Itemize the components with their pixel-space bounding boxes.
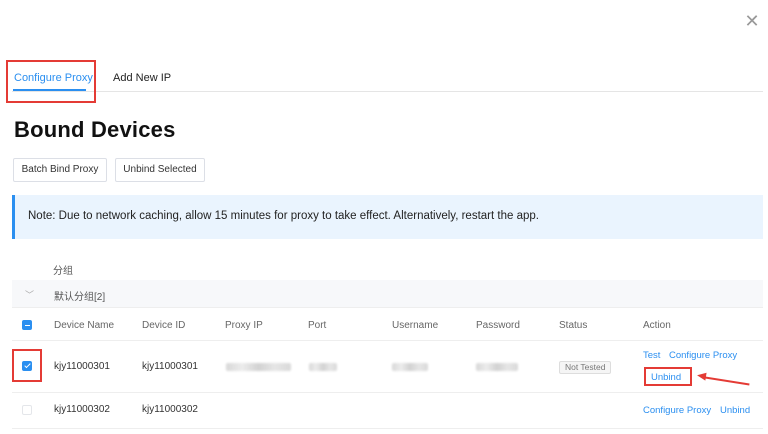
port-redacted (309, 363, 337, 371)
configure-proxy-link[interactable]: Configure Proxy (669, 350, 737, 361)
unbind-selected-button[interactable]: Unbind Selected (115, 158, 205, 182)
device-name-cell: kjy11000302 (54, 404, 110, 415)
row-divider (12, 392, 763, 393)
column-header-username: Username (392, 320, 439, 331)
group-label: 默认分组[2] (54, 292, 106, 303)
group-column-header: 分组 (53, 266, 73, 277)
annotation-highlight-unbind (644, 367, 692, 386)
column-header-password: Password (476, 320, 520, 331)
column-header-device-name: Device Name (54, 320, 115, 331)
close-icon[interactable]: ✕ (743, 12, 761, 30)
password-redacted (476, 363, 518, 371)
username-redacted (392, 363, 428, 371)
column-header-status: Status (559, 320, 588, 331)
configure-proxy-link[interactable]: Configure Proxy (643, 405, 711, 416)
header-divider (12, 340, 763, 341)
annotation-arrow (701, 376, 750, 385)
device-id-cell: kjy11000302 (142, 404, 198, 415)
device-id-cell: kjy11000301 (142, 361, 198, 372)
column-header-proxy-ip: Proxy IP (225, 320, 263, 331)
column-header-port: Port (308, 320, 327, 331)
test-link[interactable]: Test (643, 350, 660, 361)
proxy-ip-redacted (226, 363, 291, 371)
annotation-highlight-tab (6, 60, 96, 103)
chevron-down-icon[interactable]: ﹀ (25, 288, 34, 301)
notice-banner: Note: Due to network caching, allow 15 m… (12, 195, 763, 239)
device-name-cell: kjy11000301 (54, 361, 110, 372)
status-badge: Not Tested (559, 361, 612, 374)
page-title: Bound Devices (14, 117, 176, 142)
column-header-device-id: Device ID (142, 320, 186, 331)
tabs-divider (12, 91, 763, 92)
batch-bind-proxy-button[interactable]: Batch Bind Proxy (13, 158, 107, 182)
row-checkbox[interactable] (22, 405, 32, 415)
select-all-checkbox[interactable] (22, 320, 32, 330)
row-divider (12, 428, 763, 429)
tab-add-new-ip[interactable]: Add New IP (113, 72, 171, 84)
group-row[interactable] (12, 280, 763, 308)
column-header-action: Action (643, 320, 671, 331)
notice-text: Note: Due to network caching, allow 15 m… (28, 210, 539, 222)
annotation-arrow-head (696, 371, 707, 381)
unbind-link[interactable]: Unbind (720, 405, 750, 416)
annotation-highlight-checkbox (12, 349, 42, 382)
